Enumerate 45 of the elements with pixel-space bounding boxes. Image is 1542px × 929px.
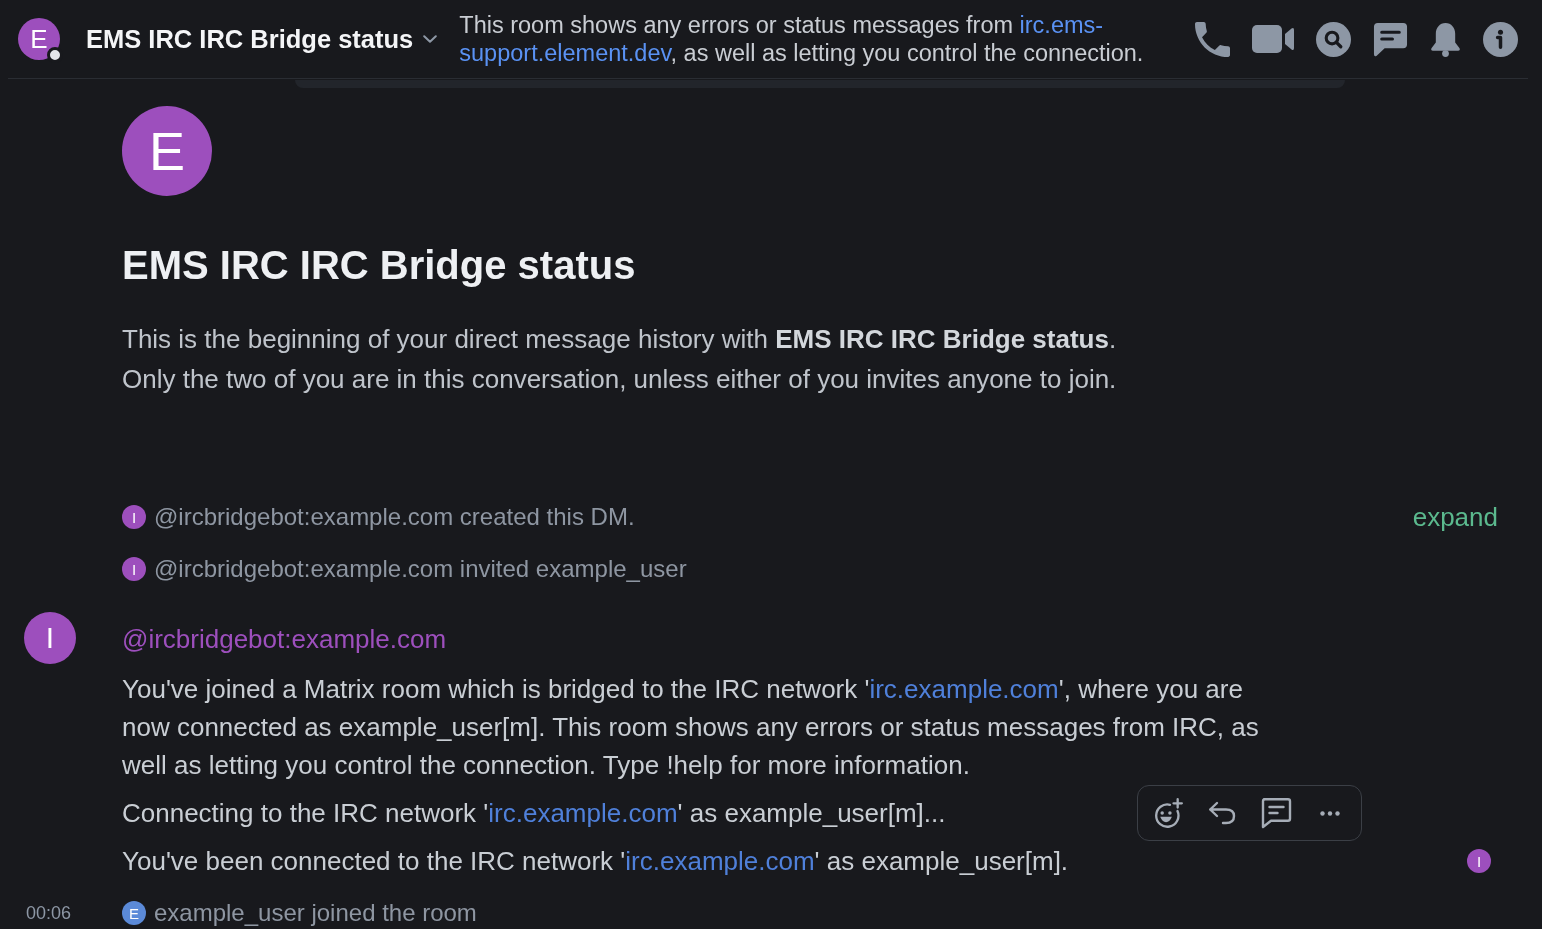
message-link[interactable]: irc.example.com [488, 798, 678, 828]
expand-link[interactable]: expand [1412, 501, 1498, 533]
threads-button[interactable] [1373, 21, 1408, 57]
curved-arrow-icon [1208, 801, 1236, 825]
user-avatar[interactable]: I [122, 557, 146, 581]
intro-text: Only the two of you are in this conversation, unless either of you invites anyone to join. [122, 363, 1117, 396]
event-text: example_user joined the room [154, 899, 477, 927]
topic-link[interactable]: support.element.dev [459, 40, 671, 66]
room-topic: This room shows any errors or status messages from irc.ems- support.element.dev, as well as letting you control the connection. [459, 11, 1145, 67]
sender-name[interactable]: @ircbridgebot:example.com [122, 621, 447, 657]
notifications-button[interactable] [1430, 21, 1461, 57]
room-avatar: E [122, 106, 212, 196]
chevron-down-icon [423, 35, 438, 43]
message-link[interactable]: irc.example.com [625, 846, 815, 876]
thread-reply-button[interactable] [1260, 797, 1292, 829]
user-avatar[interactable]: I [122, 505, 146, 529]
bell-icon [1430, 21, 1461, 57]
message-link[interactable]: irc.example.com [869, 674, 1059, 704]
user-avatar[interactable]: E [122, 901, 146, 925]
topic-link[interactable]: irc.ems- [1019, 12, 1104, 38]
smiley-plus-icon [1153, 798, 1183, 828]
react-button[interactable] [1152, 797, 1184, 829]
timestamp: 00:06 [26, 902, 72, 923]
video-call-button[interactable] [1252, 25, 1294, 53]
phone-icon [1195, 21, 1230, 57]
message-text: You've joined a Matrix room which is bridged to the IRC network 'irc.example.com', where you are now connected as example_user[m]. This room shows any errors or status messages from IRC, as well as letting you control the connection. Type !help for more information. [122, 673, 1260, 782]
message-text: You've been connected to the IRC network 'irc.example.com' as example_user[m]. [122, 845, 1069, 878]
speech-bubble-icon [1373, 21, 1408, 57]
room-title: EMS IRC IRC Bridge status [122, 242, 636, 289]
user-avatar[interactable]: I [24, 612, 76, 664]
info-icon [1483, 21, 1518, 57]
room-avatar[interactable]: E [18, 18, 60, 60]
search-icon [1316, 21, 1351, 57]
read-receipt-avatar[interactable]: I [1467, 849, 1491, 873]
event-text: @ircbridgebot:example.com invited example_user [154, 555, 687, 583]
message-text: Connecting to the IRC network 'irc.example.com' as example_user[m]... [122, 797, 946, 830]
more-options-icon [1320, 810, 1340, 816]
video-camera-icon [1252, 25, 1294, 53]
room-name-button[interactable]: EMS IRC IRC Bridge status [86, 24, 438, 54]
search-button[interactable] [1316, 21, 1351, 57]
speech-bubble-icon [1260, 797, 1292, 829]
event-text: @ircbridgebot:example.com created this DM. [154, 503, 635, 531]
intro-text: This is the beginning of your direct message history with EMS IRC IRC Bridge status. [122, 323, 1117, 356]
voice-call-button[interactable] [1195, 21, 1230, 57]
room-info-button[interactable] [1483, 21, 1518, 57]
